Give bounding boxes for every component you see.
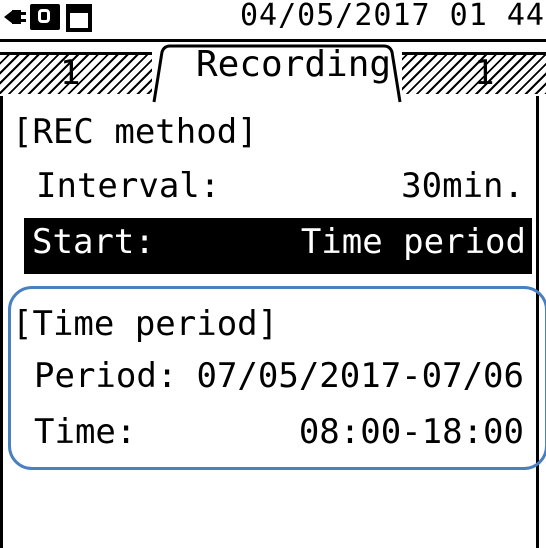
time-period-heading: [Time period]	[12, 300, 532, 354]
tab-bar: 1 1 Recording	[0, 42, 546, 104]
tab-previous[interactable]: 1	[0, 52, 156, 94]
start-value: Time period	[300, 222, 526, 262]
memory-card-icon	[66, 4, 92, 32]
content-right-border	[536, 96, 539, 548]
usb-icon	[30, 4, 60, 30]
rec-method-heading: [REC method]	[12, 108, 532, 162]
tab-next-label: 1	[474, 53, 495, 93]
start-label: Start:	[32, 222, 155, 262]
time-value: 08:00-18:00	[298, 412, 524, 452]
time-period-heading-text: [Time period]	[12, 304, 279, 344]
period-value: 07/05/2017-07/06	[196, 356, 524, 396]
interval-label: Interval:	[36, 166, 221, 206]
period-row[interactable]: Period: 07/05/2017-07/06	[34, 352, 524, 406]
tab-recording-label: Recording	[196, 44, 392, 85]
time-row[interactable]: Time: 08:00-18:00	[34, 408, 524, 462]
interval-row[interactable]: Interval: 30min.	[36, 162, 524, 216]
period-label: Period:	[34, 356, 178, 396]
status-bar: 04/05/2017 01 44	[0, 0, 546, 42]
time-label: Time:	[34, 412, 137, 452]
rec-method-heading-text: [REC method]	[12, 112, 258, 152]
interval-value: 30min.	[401, 166, 524, 206]
start-row-selected[interactable]: Start: Time period	[24, 218, 532, 274]
tab-previous-label: 1	[60, 53, 81, 93]
content-left-border	[0, 96, 8, 548]
device-screen: 04/05/2017 01 44 1 1 Recording [REC meth…	[0, 0, 546, 548]
tab-next[interactable]: 1	[398, 52, 546, 94]
tab-recording[interactable]: Recording	[152, 44, 402, 104]
plug-icon	[4, 10, 26, 24]
status-datetime: 04/05/2017 01 44	[240, 0, 545, 33]
